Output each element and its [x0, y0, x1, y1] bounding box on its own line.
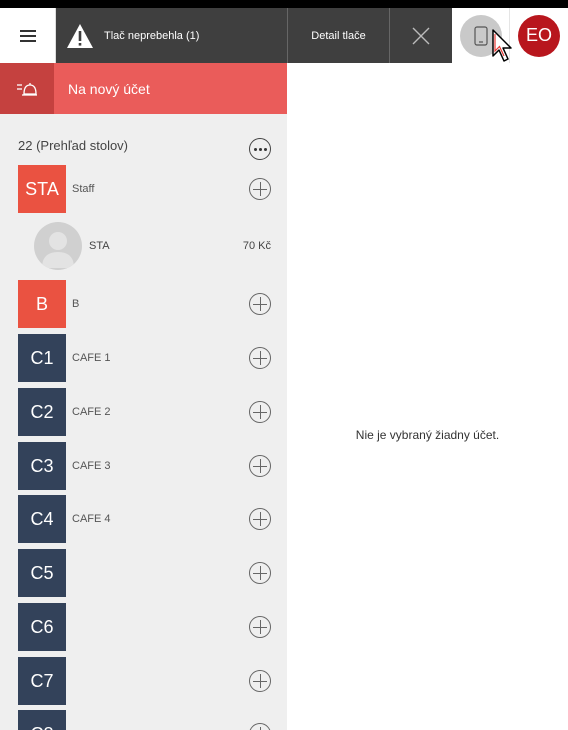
avatar	[34, 222, 82, 270]
empty-state-text: Nie je vybraný žiadny účet.	[355, 428, 500, 442]
add-icon[interactable]	[249, 455, 271, 477]
print-detail-button[interactable]: Detail tlače	[287, 8, 389, 63]
new-bill-label: Na nový účet	[68, 80, 150, 97]
top-strip	[0, 0, 568, 8]
sidebar: Na nový účet 22 (Prehľad stolov) STA Sta…	[0, 63, 287, 730]
table-row[interactable]: C8	[18, 710, 278, 730]
table-row[interactable]: C3 CAFE 3	[18, 442, 278, 490]
close-button[interactable]	[389, 8, 452, 63]
table-tile: C7	[18, 657, 66, 705]
table-tile: C8	[18, 710, 66, 730]
add-icon[interactable]	[249, 723, 271, 730]
add-icon[interactable]	[249, 401, 271, 423]
table-tile: B	[18, 280, 66, 328]
table-name: B	[72, 298, 80, 310]
add-icon[interactable]	[249, 508, 271, 530]
table-tile: STA	[18, 165, 66, 213]
guest-row[interactable]: STA 70 Kč	[34, 222, 274, 270]
add-icon[interactable]	[249, 293, 271, 315]
table-tile: C6	[18, 603, 66, 651]
section-title: 22 (Prehľad stolov)	[18, 138, 129, 153]
add-icon[interactable]	[249, 616, 271, 638]
table-name: CAFE 1	[72, 352, 111, 364]
add-icon[interactable]	[249, 347, 271, 369]
table-row[interactable]: C7	[18, 657, 278, 705]
table-name: CAFE 4	[72, 513, 111, 525]
user-avatar-button[interactable]: EO	[509, 8, 568, 63]
print-detail-label: Detail tlače	[311, 29, 366, 42]
table-name: Staff	[72, 183, 95, 195]
table-tile: C3	[18, 442, 66, 490]
more-options-button[interactable]	[249, 138, 271, 160]
tablet-icon	[473, 25, 488, 46]
table-row[interactable]: C6	[18, 603, 278, 651]
print-alert[interactable]: Tlač neprebehla (1)	[56, 8, 287, 63]
table-row[interactable]: STA Staff	[18, 165, 278, 213]
table-row[interactable]: C2 CAFE 2	[18, 388, 278, 436]
close-icon	[412, 27, 430, 44]
table-name: CAFE 3	[72, 460, 111, 472]
add-icon[interactable]	[249, 178, 271, 200]
table-tile: C2	[18, 388, 66, 436]
new-bill-button[interactable]: Na nový účet	[0, 63, 287, 114]
table-row[interactable]: C4 CAFE 4	[18, 495, 278, 543]
table-tile: C4	[18, 495, 66, 543]
table-name: CAFE 2	[72, 406, 111, 418]
table-tile: C1	[18, 334, 66, 382]
hamburger-icon	[19, 27, 36, 45]
guest-amount: 70 Kč	[242, 240, 271, 252]
alert-text: Tlač neprebehla (1)	[104, 29, 200, 42]
menu-button[interactable]	[0, 8, 56, 63]
table-row[interactable]: C1 CAFE 1	[18, 334, 278, 382]
add-icon[interactable]	[249, 670, 271, 692]
top-header: Tlač neprebehla (1) Detail tlače EO	[0, 8, 568, 63]
table-row[interactable]: C5	[18, 549, 278, 597]
mouse-cursor-icon	[492, 29, 512, 62]
table-tile: C5	[18, 549, 66, 597]
guest-name: STA	[89, 240, 110, 252]
table-bell-icon	[0, 63, 54, 114]
warning-icon	[67, 23, 93, 48]
add-icon[interactable]	[249, 562, 271, 584]
table-row[interactable]: B B	[18, 280, 278, 328]
user-initials: EO	[518, 14, 560, 57]
